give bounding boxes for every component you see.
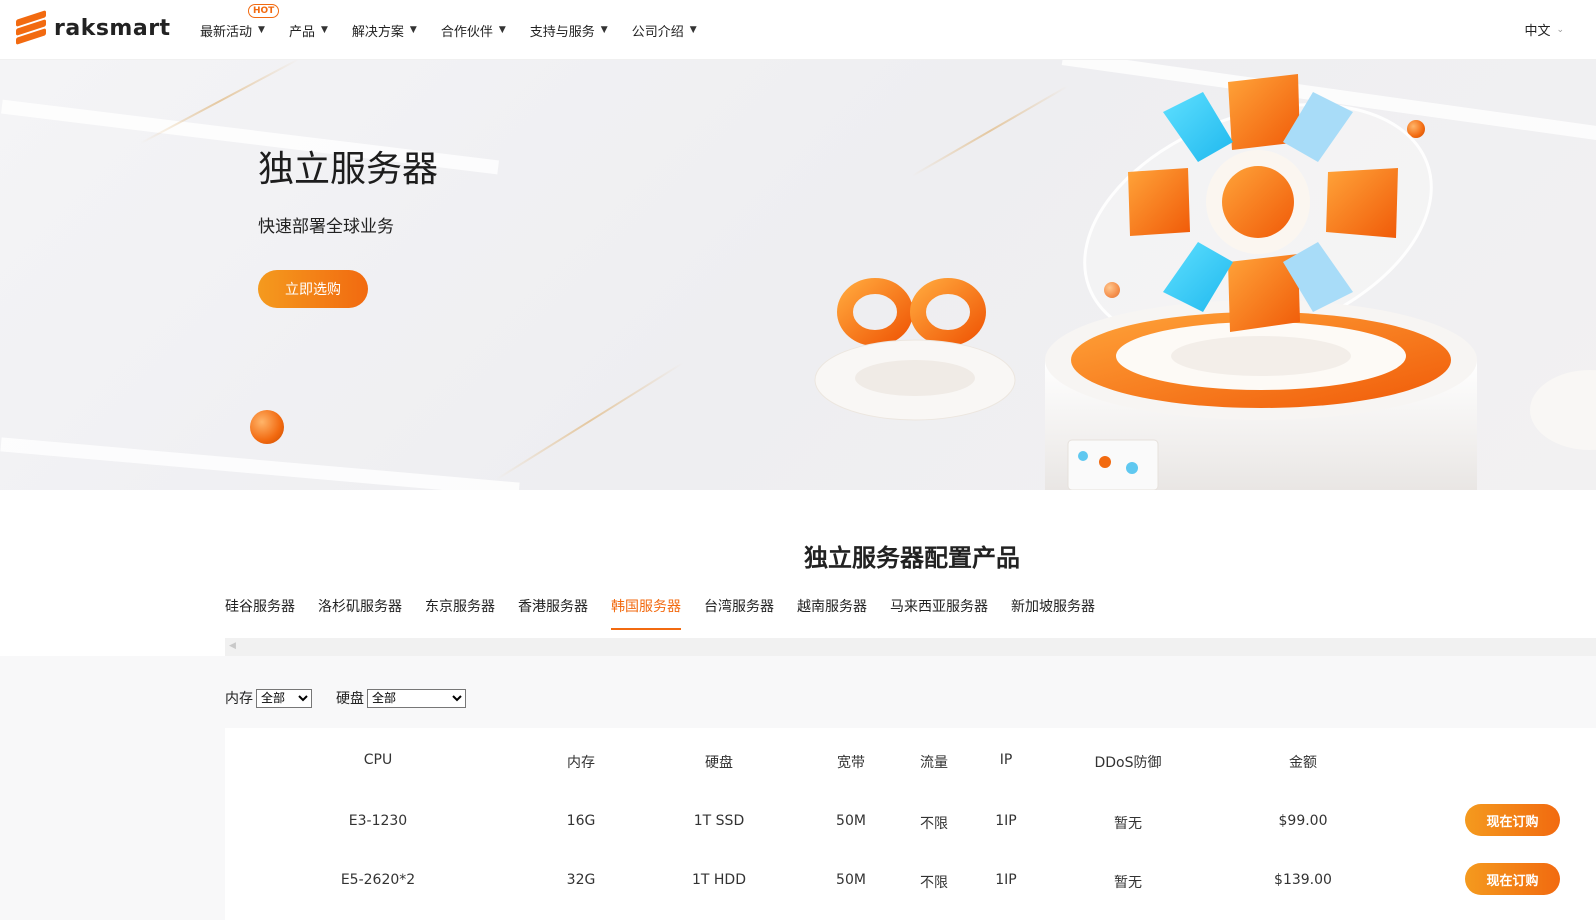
hero-title: 独立服务器: [258, 149, 439, 190]
main-nav: 最新活动 HOT ▼ 产品 ▼ 解决方案 ▼ 合作伙伴 ▼ 支持与服务 ▼ 公司…: [200, 0, 721, 60]
tab-singapore[interactable]: 新加坡服务器: [1011, 596, 1095, 630]
table-cell-ddos: 暂无: [1114, 875, 1142, 891]
table-header-bandwidth: 宽带: [837, 755, 865, 771]
location-tabs: 硅谷服务器 洛杉矶服务器 东京服务器 香港服务器 韩国服务器 台湾服务器 越南服…: [225, 596, 1118, 630]
hot-badge: HOT: [248, 3, 280, 18]
tab-silicon-valley[interactable]: 硅谷服务器: [225, 596, 295, 630]
chevron-left-icon[interactable]: ◀: [229, 641, 236, 651]
table-cell-ddos: 暂无: [1114, 816, 1142, 832]
table-header-cpu: CPU: [363, 752, 393, 768]
tab-los-angeles[interactable]: 洛杉矶服务器: [318, 596, 402, 630]
nav-item-label: 支持与服务: [529, 24, 595, 40]
section-title: 独立服务器配置产品: [804, 544, 1020, 572]
language-switcher[interactable]: 中文 ⌄: [1524, 20, 1564, 39]
nav-item-label: 产品: [288, 24, 315, 40]
top-header: raksmart 最新活动 HOT ▼ 产品 ▼ 解决方案 ▼ 合作伙伴 ▼ 支…: [0, 0, 1596, 60]
logo-icon: [16, 10, 46, 45]
hero-decor-line: [496, 361, 684, 481]
table-header-ddos: DDoS防御: [1094, 755, 1162, 771]
table-header-ip: IP: [999, 752, 1013, 768]
table-cell-price: $99.00: [1278, 813, 1328, 829]
hero-decor-stripe: [0, 437, 520, 490]
chevron-down-icon: ⌄: [1556, 24, 1564, 35]
decor-sphere: [250, 410, 284, 444]
nav-item-label: 公司介绍: [631, 24, 684, 40]
table-cell-traffic: 不限: [920, 875, 948, 891]
table-cell-price: $139.00: [1274, 872, 1332, 888]
tabs-scrollbar[interactable]: ◀: [225, 638, 1596, 656]
memory-filter-select[interactable]: 全部: [256, 688, 312, 708]
chevron-down-icon: ▼: [689, 25, 697, 35]
table-cell-memory: 32G: [566, 872, 596, 888]
nav-item-activities[interactable]: 最新活动 HOT ▼: [200, 3, 280, 40]
buy-now-button[interactable]: 立即选购: [258, 270, 368, 308]
table-cell-memory: 16G: [566, 813, 596, 829]
tab-korea[interactable]: 韩国服务器: [611, 596, 681, 630]
chevron-down-icon: ▼: [498, 25, 506, 35]
order-now-button[interactable]: 现在订购: [1465, 804, 1560, 836]
disk-filter-label: 硬盘: [336, 691, 364, 707]
nav-item-about[interactable]: 公司介绍 ▼: [632, 21, 697, 40]
table-cell-disk: 1T SSD: [693, 813, 745, 829]
memory-filter-label: 内存: [225, 691, 253, 707]
table-cell-cpu: E5-2620*2: [340, 872, 416, 888]
nav-item-products[interactable]: 产品 ▼: [289, 21, 328, 40]
filter-bar: 内存 全部 硬盘 全部: [225, 688, 490, 708]
table-cell-disk: 1T HDD: [692, 872, 746, 888]
table-cell-cpu: E3-1230: [348, 813, 408, 829]
table-cell-ip: 1IP: [995, 813, 1017, 829]
language-label: 中文: [1524, 24, 1551, 39]
hero-banner: 独立服务器 快速部署全球业务 立即选购: [0, 60, 1596, 490]
logo-text: raksmart: [54, 15, 171, 41]
nav-item-label: 解决方案: [351, 24, 404, 40]
tab-taiwan[interactable]: 台湾服务器: [704, 596, 774, 630]
tab-hong-kong[interactable]: 香港服务器: [518, 596, 588, 630]
chevron-down-icon: ▼: [320, 25, 328, 35]
table-header-memory: 内存: [567, 755, 595, 771]
table-header-traffic: 流量: [920, 755, 948, 771]
chevron-down-icon: ▼: [258, 25, 265, 35]
table-cell-ip: 1IP: [995, 872, 1017, 888]
chevron-down-icon: ▼: [409, 25, 417, 35]
server-table: CPU 内存 硬盘 宽带 流量 IP DDoS防御 金额 E3-1230 16G…: [225, 728, 1596, 920]
table-cell-traffic: 不限: [920, 816, 948, 832]
tab-vietnam[interactable]: 越南服务器: [797, 596, 867, 630]
nav-item-solutions[interactable]: 解决方案 ▼: [352, 21, 417, 40]
tab-tokyo[interactable]: 东京服务器: [425, 596, 495, 630]
table-cell-bandwidth: 50M: [836, 813, 866, 829]
order-now-button[interactable]: 现在订购: [1465, 863, 1560, 895]
logo[interactable]: raksmart: [16, 10, 171, 45]
nav-item-label: 最新活动: [200, 24, 253, 40]
disk-filter-select[interactable]: 全部: [367, 688, 466, 708]
table-header-price: 金额: [1289, 755, 1317, 771]
chevron-down-icon: ▼: [600, 25, 608, 35]
nav-item-label: 合作伙伴: [440, 24, 493, 40]
nav-item-partners[interactable]: 合作伙伴 ▼: [441, 21, 506, 40]
table-cell-bandwidth: 50M: [836, 872, 866, 888]
tab-malaysia[interactable]: 马来西亚服务器: [890, 596, 988, 630]
hero-subtitle: 快速部署全球业务: [258, 217, 394, 237]
table-header-disk: 硬盘: [705, 755, 733, 771]
server-illustration: [814, 74, 1596, 490]
nav-item-support[interactable]: 支持与服务 ▼: [530, 21, 608, 40]
